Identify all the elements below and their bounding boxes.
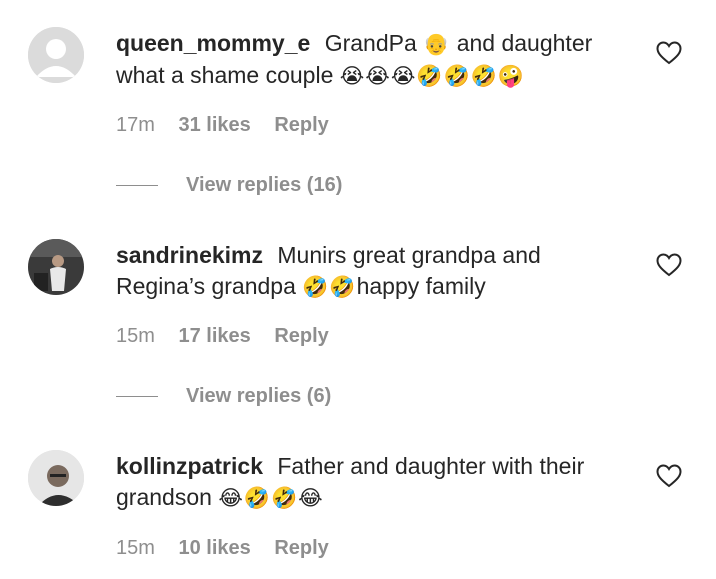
avatar[interactable]: [28, 239, 84, 295]
likes-count[interactable]: 10 likes: [178, 537, 250, 559]
comment-meta: 17m 31 likes Reply: [116, 113, 347, 137]
comment-text: queen_mommy_e GrandPa 👴 and daughter wha…: [116, 28, 626, 92]
comment-emoji: 😂🤣🤣😂: [218, 486, 324, 510]
comment-emoji: 😭😭😭🤣🤣🤣🤪: [339, 64, 525, 88]
heart-outline-icon[interactable]: [656, 253, 682, 277]
likes-count[interactable]: 31 likes: [178, 114, 250, 136]
heart-outline-icon[interactable]: [656, 41, 682, 65]
avatar[interactable]: [28, 450, 84, 506]
heart-outline-icon[interactable]: [656, 464, 682, 488]
comment-timestamp: 15m: [116, 537, 155, 559]
comment-body: happy family: [356, 273, 486, 299]
comment-username[interactable]: queen_mommy_e: [116, 30, 310, 56]
view-replies-button[interactable]: View replies (16): [186, 173, 342, 197]
comment-username[interactable]: kollinzpatrick: [116, 453, 263, 479]
reply-button[interactable]: Reply: [274, 114, 328, 136]
likes-count[interactable]: 17 likes: [178, 325, 250, 347]
reply-button[interactable]: Reply: [274, 537, 328, 559]
comment-meta: 15m 10 likes Reply: [116, 536, 347, 560]
avatar[interactable]: [28, 27, 84, 83]
comment-timestamp: 15m: [116, 325, 155, 347]
comment-meta: 15m 17 likes Reply: [116, 324, 347, 348]
profile-photo-icon: [28, 239, 84, 295]
view-replies-button[interactable]: View replies (6): [186, 384, 331, 408]
default-avatar-icon: [28, 27, 84, 83]
divider: [116, 185, 158, 186]
comment-username[interactable]: sandrinekimz: [116, 242, 263, 268]
comment-text: kollinzpatrick Father and daughter with …: [116, 451, 626, 514]
divider: [116, 396, 158, 397]
comment-emoji: 👴: [423, 32, 451, 56]
comment-timestamp: 17m: [116, 114, 155, 136]
reply-button[interactable]: Reply: [274, 325, 328, 347]
comment-text: sandrinekimz Munirs great grandpa and Re…: [116, 240, 626, 303]
profile-photo-icon: [28, 450, 84, 506]
comment-emoji: 🤣🤣: [302, 275, 357, 299]
comment-body: GrandPa: [324, 30, 417, 56]
